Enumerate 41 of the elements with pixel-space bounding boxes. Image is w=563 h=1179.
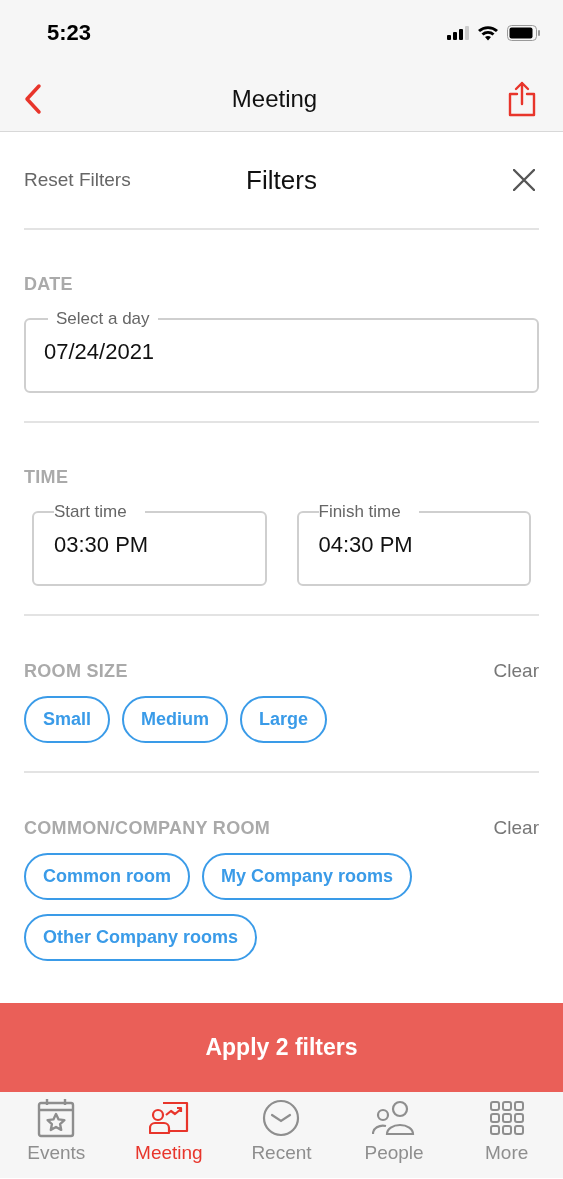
section-heading: TIME: [24, 467, 69, 488]
tab[interactable]: Events: [0, 1098, 113, 1178]
section-heading: COMMON/COMPANY ROOM: [24, 817, 271, 839]
battery-icon: [507, 25, 541, 41]
clear-button[interactable]: Clear: [493, 660, 539, 682]
filter-chip[interactable]: Medium: [122, 696, 229, 743]
section-heading: DATE: [24, 274, 73, 295]
filter-chip[interactable]: Large: [240, 696, 328, 743]
date-field[interactable]: Select a day 07/24/2021: [24, 309, 539, 393]
section-heading: ROOM SIZE: [24, 660, 128, 682]
filter-chip[interactable]: My Company rooms: [202, 853, 413, 900]
status-time: 5:23: [47, 20, 92, 46]
close-icon[interactable]: [513, 169, 535, 191]
time-input[interactable]: 04:30 PM: [318, 528, 529, 558]
tab[interactable]: People: [337, 1098, 451, 1178]
presenter-chart-icon: [148, 1100, 189, 1136]
tab[interactable]: Meeting: [112, 1098, 226, 1178]
share-icon[interactable]: [507, 80, 537, 117]
tab[interactable]: Recent: [225, 1098, 338, 1178]
apply-button[interactable]: Apply 2 filters: [0, 1003, 563, 1092]
filter-chip[interactable]: Other Company rooms: [24, 914, 258, 961]
back-icon[interactable]: [24, 82, 42, 115]
filter-chip[interactable]: Small: [24, 696, 111, 743]
date-input[interactable]: 07/24/2021: [44, 335, 537, 365]
clear-button[interactable]: Clear: [493, 817, 539, 839]
wifi-icon: [477, 25, 499, 41]
filter-chip[interactable]: Common room: [24, 853, 190, 900]
time-field[interactable]: Finish time 04:30 PM: [296, 502, 531, 586]
field-label: Select a day: [55, 309, 151, 329]
grid-icon: [489, 1101, 524, 1135]
screen-title: Meeting: [231, 84, 318, 113]
time-field[interactable]: Start time 03:30 PM: [32, 502, 267, 586]
field-label: Finish time: [318, 502, 402, 522]
signal-icon: [447, 26, 469, 40]
field-label: Start time: [54, 502, 128, 522]
clock-icon: [262, 1099, 301, 1137]
time-input[interactable]: 03:30 PM: [54, 528, 265, 558]
reset-filters-button[interactable]: Reset Filters: [24, 169, 131, 191]
tab[interactable]: More: [450, 1098, 563, 1178]
people-icon: [372, 1100, 417, 1136]
panel-title: Filters: [246, 164, 317, 196]
